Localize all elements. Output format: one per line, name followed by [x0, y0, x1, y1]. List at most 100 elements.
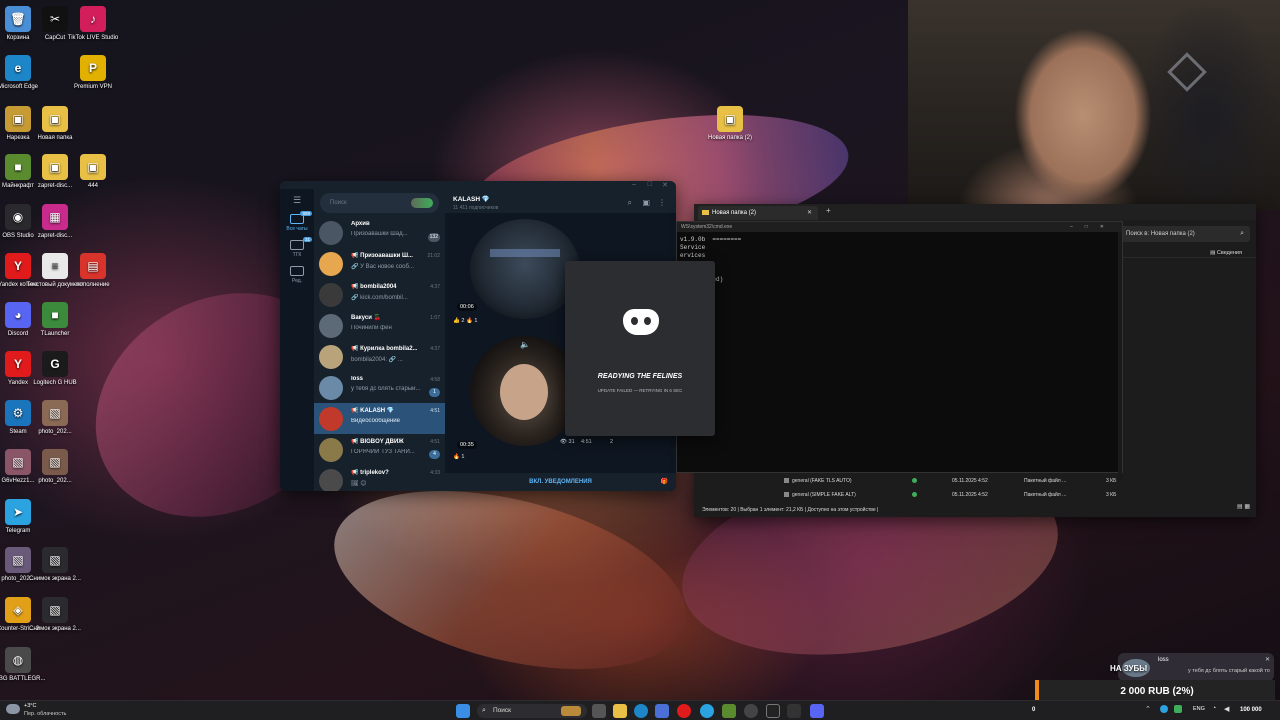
chat-list-item[interactable]: Архив Призоавашки Шад... 132: [314, 217, 445, 248]
folder-tab[interactable]: Ред.: [280, 266, 314, 284]
tray-chevron-icon[interactable]: ⌃: [1145, 705, 1151, 713]
app-icon: e: [5, 55, 31, 81]
file-row[interactable]: general (FAKE TLS AUTO) 05.11.2025 4:52 …: [694, 474, 1256, 488]
file-size: 3 КБ: [1106, 478, 1117, 484]
chat-list-item[interactable]: 📢 Призоавашки Ш... 🔗 У Вас новое сооб... 2…: [314, 248, 445, 279]
tray-app-icon[interactable]: [1174, 705, 1182, 713]
chat-list-item[interactable]: 📢 bombila2004 🔗 kick.com/bombil... 4:37: [314, 279, 445, 310]
terminal-icon[interactable]: [787, 704, 801, 718]
close-button[interactable]: ✕: [662, 181, 668, 189]
temperature: +3°С: [24, 703, 37, 709]
video-message[interactable]: [470, 219, 580, 319]
folder-tab[interactable]: Все чаты 999: [280, 211, 314, 232]
chat-list-item[interactable]: 📢 Курилка bombila2... bombila2004: 🔗 ... 4…: [314, 341, 445, 372]
desktop-icon[interactable]: ■ TLauncher: [26, 302, 84, 338]
file-explorer-icon[interactable]: [613, 704, 627, 718]
sidebar-toggle-icon[interactable]: ▣: [642, 198, 650, 207]
donation-goal-title: НА ЗУБЫ: [1110, 664, 1148, 673]
wifi-icon[interactable]: ◔: [1212, 705, 1216, 712]
search-icon[interactable]: ⌕: [628, 198, 632, 208]
desktop-icon[interactable]: G Logitech G HUB: [26, 351, 84, 387]
new-tab-button[interactable]: +: [826, 206, 831, 215]
cmd-window[interactable]: WS\system32\cmd.exe –□✕ v1.9.0b ========…: [676, 221, 1123, 482]
desktop-icon[interactable]: ♪ TikTok LIVE Studio: [64, 6, 122, 42]
chat-name: Вакуси 🍒: [351, 315, 382, 321]
desktop-icon[interactable]: ▧ Снимок экрана 2...: [26, 547, 84, 583]
chat-time: 4:33: [430, 470, 440, 476]
desktop-icon[interactable]: e Microsoft Edge: [0, 55, 47, 91]
tray-app-icon[interactable]: [1160, 705, 1168, 713]
chat-name: 📢 BIGBOY ДВИЖ: [351, 439, 404, 445]
details-button[interactable]: ▤ Сведения: [1210, 250, 1242, 256]
desktop-icon[interactable]: ▧ photo_202...: [26, 400, 84, 436]
minimize-button[interactable]: –: [632, 181, 636, 188]
app-icon: ◍: [5, 647, 31, 673]
app-icon: ▧: [42, 597, 68, 623]
video-message[interactable]: 🔈: [470, 336, 580, 446]
enable-notifications-button[interactable]: ВКЛ. УВЕДОМЛЕНИЯ 🎁: [445, 473, 676, 491]
explorer-search-input[interactable]: Поиск в: Новая папка (2) ⌕: [1120, 226, 1250, 242]
explorer-tab[interactable]: Новая папка (2) ✕: [698, 206, 818, 220]
file-icon: [784, 478, 789, 483]
view-toggle-buttons[interactable]: ▤ ▦: [1237, 500, 1250, 514]
window-controls[interactable]: –□✕: [1070, 222, 1116, 232]
cmd-line: Service: [680, 244, 706, 251]
desktop-icon[interactable]: ▤ пополнение: [64, 253, 122, 289]
chat-list-item[interactable]: 📢 triplekov? 🖼 😊 4:33: [314, 465, 445, 491]
story-avatars[interactable]: [411, 198, 433, 208]
reactions[interactable]: 👍 2 🔥 1: [453, 318, 477, 324]
close-tab-icon[interactable]: ✕: [807, 206, 812, 220]
explorer-statusbar: Элементов: 20 | Выбран 1 элемент: 21,2 К…: [694, 503, 1256, 517]
desktop-icon[interactable]: P Premium VPN: [64, 55, 122, 91]
minecraft-icon[interactable]: [722, 704, 736, 718]
desktop-icon[interactable]: ◍ PUBG BATTLEGR...: [0, 647, 47, 683]
desktop-icon[interactable]: ▣ 444: [64, 154, 122, 190]
chat-list-item[interactable]: 📢 KALASH 💎 Видеосообщение 4:51: [314, 403, 445, 434]
close-icon[interactable]: ✕: [1265, 656, 1270, 663]
cmd-titlebar[interactable]: WS\system32\cmd.exe –□✕: [677, 222, 1122, 232]
cmd-line: ervices: [680, 252, 706, 259]
language-indicator[interactable]: ENG: [1193, 706, 1205, 712]
reactions[interactable]: 🔥 1: [453, 454, 464, 460]
desktop-icon[interactable]: ▣ Новая папка (2): [701, 106, 759, 142]
chat-header[interactable]: KALASH 💎 11 411 подписчиков ⌕ ▣ ⋮: [445, 189, 676, 213]
taskbar-search[interactable]: ⌕ Поиск: [477, 704, 587, 718]
yandex-icon[interactable]: [677, 704, 691, 718]
folder-tab[interactable]: ТГК 31: [280, 237, 314, 258]
task-view-icon[interactable]: [592, 704, 606, 718]
chat-time: 4:37: [430, 346, 440, 352]
desktop-icon-label: zapret-disc...: [37, 233, 73, 239]
desktop-icon[interactable]: ▧ Снимок экрана 2...: [26, 597, 84, 633]
file-row[interactable]: general (SIMPLE FAKE ALT) 05.11.2025 4:5…: [694, 488, 1256, 502]
search-input[interactable]: Поиск: [320, 193, 439, 213]
edge-icon[interactable]: [634, 704, 648, 718]
video-frame-detail: [490, 249, 560, 257]
volume-icon[interactable]: ◀: [1224, 705, 1229, 713]
desktop-icon[interactable]: ▦ zapret-disc...: [26, 204, 84, 240]
app-icon: G: [42, 351, 68, 377]
start-button-icon[interactable]: [456, 704, 470, 718]
scrollbar[interactable]: [1118, 232, 1122, 482]
store-icon[interactable]: [655, 704, 669, 718]
chat-list-item[interactable]: loss у тебя дс блять старый... 4:58 1: [314, 372, 445, 403]
discord-icon[interactable]: [810, 704, 824, 718]
maximize-button[interactable]: □: [648, 181, 652, 188]
avatar: [319, 469, 343, 491]
chat-subtitle: 11 411 подписчиков: [453, 205, 499, 211]
cmd-icon[interactable]: [766, 704, 780, 718]
app-icon: ▤: [80, 253, 106, 279]
telegram-icon[interactable]: [700, 704, 714, 718]
desktop-icon[interactable]: ▣ Новая папка: [26, 106, 84, 142]
comment-count[interactable]: 2: [610, 439, 613, 445]
gift-icon[interactable]: 🎁: [661, 473, 668, 491]
obs-icon[interactable]: [744, 704, 758, 718]
telegram-titlebar[interactable]: – □ ✕: [280, 181, 676, 189]
desktop-icon[interactable]: ▧ photo_202...: [26, 449, 84, 485]
more-options-icon[interactable]: ⋮: [658, 198, 666, 207]
chat-list-item[interactable]: Вакуси 🍒 Починили фен 1:07: [314, 310, 445, 341]
menu-icon[interactable]: ☰: [280, 195, 314, 206]
donation-zero: 0: [1032, 707, 1036, 713]
desktop-icon[interactable]: ➤ Telegram: [0, 499, 47, 535]
chat-list-item[interactable]: 📢 BIGBOY ДВИЖ ГОРЯЧИЙ ТУЗ ТАНИ... 4:51 4: [314, 434, 445, 465]
avatar: [319, 252, 343, 276]
